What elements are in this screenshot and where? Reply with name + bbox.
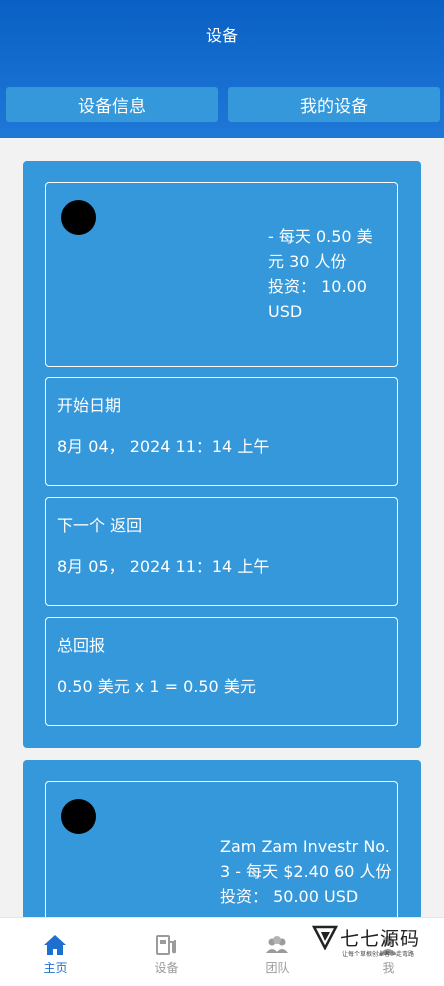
logo-icon — [312, 925, 338, 950]
team-icon — [266, 936, 288, 953]
watermark-subtitle: 让每个草根创业者少走弯路 — [342, 951, 415, 958]
home-icon — [44, 935, 66, 955]
next-return-value: 8月 05， 2024 11：14 上午 — [57, 557, 270, 576]
device-summary-box: - 每天 0.50 美 元 30 人份 投资： 10.00 USD — [45, 182, 398, 367]
next-return-box: 下一个 返回 8月 05， 2024 11：14 上午 — [45, 497, 398, 606]
nav-device-label: 设备 — [154, 961, 179, 975]
nav-team-label: 团队 — [265, 961, 290, 975]
device-icon — [156, 935, 176, 955]
header: 设备 设备信息 我的设备 — [0, 0, 444, 138]
device-description: Zam Zam Investr No. 3 - 每天 $2.40 60 人份 投… — [220, 837, 392, 906]
device-description: - 每天 0.50 美 元 30 人份 投资： 10.00 USD — [268, 227, 373, 321]
nav-me-label: 我 — [382, 961, 395, 975]
watermark-text: 七七源码 — [340, 928, 421, 950]
tab-my-devices[interactable]: 我的设备 — [228, 87, 440, 122]
next-return-label: 下一个 返回 — [57, 516, 143, 535]
nav-home-label: 主页 — [43, 961, 68, 975]
device-image — [61, 200, 96, 235]
start-date-box: 开始日期 8月 04， 2024 11：14 上午 — [45, 377, 398, 486]
total-return-value: 0.50 美元 x 1 = 0.50 美元 — [57, 677, 256, 696]
page-title: 设备 — [205, 26, 238, 45]
tab-device-info[interactable]: 设备信息 — [6, 87, 218, 122]
device-image — [61, 799, 96, 834]
watermark-logo: 七七源码 让每个草根创业者少走弯路 — [312, 922, 422, 960]
nav-device[interactable]: 设备 — [111, 918, 222, 986]
total-return-label: 总回报 — [57, 636, 106, 655]
nav-home[interactable]: 主页 — [0, 918, 111, 986]
total-return-box: 总回报 0.50 美元 x 1 = 0.50 美元 — [45, 617, 398, 726]
device-card: - 每天 0.50 美 元 30 人份 投资： 10.00 USD 开始日期 8… — [23, 161, 421, 748]
start-date-value: 8月 04， 2024 11：14 上午 — [57, 437, 270, 456]
start-date-label: 开始日期 — [57, 396, 122, 415]
